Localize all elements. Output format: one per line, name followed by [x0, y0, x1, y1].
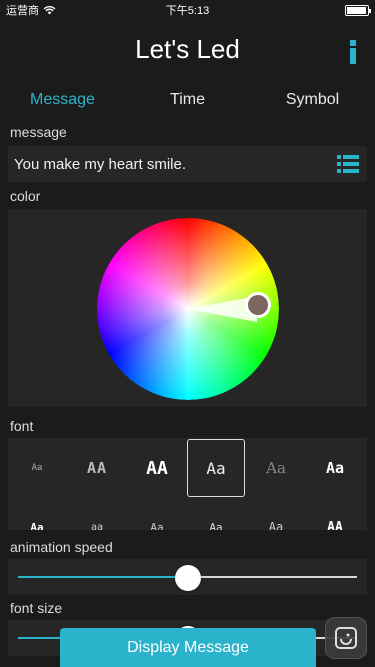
- font-size-label: font size: [10, 600, 63, 616]
- font-option-selected[interactable]: Aa: [187, 439, 245, 497]
- message-field[interactable]: You make my heart smile.: [8, 146, 367, 182]
- font-option[interactable]: Aa: [247, 439, 305, 497]
- status-time: 下午5:13: [165, 5, 210, 17]
- font-label: font: [10, 418, 34, 434]
- animation-speed-slider[interactable]: [8, 559, 367, 595]
- font-option[interactable]: AA: [68, 439, 126, 497]
- color-picker-knob[interactable]: [245, 292, 271, 318]
- app-bar: Let's Led: [0, 20, 375, 84]
- display-message-button[interactable]: Display Message: [60, 628, 316, 667]
- slider-fill: [18, 576, 188, 578]
- tab-bar: Message Time Symbol: [0, 84, 375, 118]
- font-option[interactable]: Aa: [8, 498, 66, 531]
- app-badge-icon: [335, 627, 357, 649]
- font-option[interactable]: Aa: [306, 439, 364, 497]
- status-bar: 运营商 下午5:13: [0, 0, 375, 20]
- font-grid: Aa AA AA Aa Aa Aa Aa aa Aa Aa Aa AA: [8, 438, 367, 530]
- font-option[interactable]: AA: [128, 439, 186, 497]
- color-label: color: [10, 188, 41, 204]
- font-option[interactable]: aa: [68, 498, 126, 531]
- color-panel: [8, 209, 367, 407]
- message-text: You make my heart smile.: [14, 156, 187, 173]
- tab-time[interactable]: Time: [125, 84, 250, 118]
- font-option[interactable]: Aa: [128, 498, 186, 531]
- app-title: Let's Led: [135, 34, 240, 64]
- info-icon[interactable]: [345, 38, 361, 66]
- font-option[interactable]: Aa: [187, 498, 245, 531]
- floating-app-icon[interactable]: [325, 617, 367, 659]
- slider-thumb[interactable]: [174, 565, 201, 591]
- font-option[interactable]: AA: [306, 498, 364, 531]
- list-icon[interactable]: [337, 155, 359, 173]
- tab-message[interactable]: Message: [0, 84, 125, 118]
- font-option[interactable]: Aa: [8, 439, 66, 497]
- tab-symbol[interactable]: Symbol: [250, 84, 375, 118]
- font-option[interactable]: Aa: [247, 498, 305, 530]
- animation-speed-label: animation speed: [10, 539, 113, 555]
- message-label: message: [10, 124, 67, 140]
- battery-icon: [345, 5, 371, 16]
